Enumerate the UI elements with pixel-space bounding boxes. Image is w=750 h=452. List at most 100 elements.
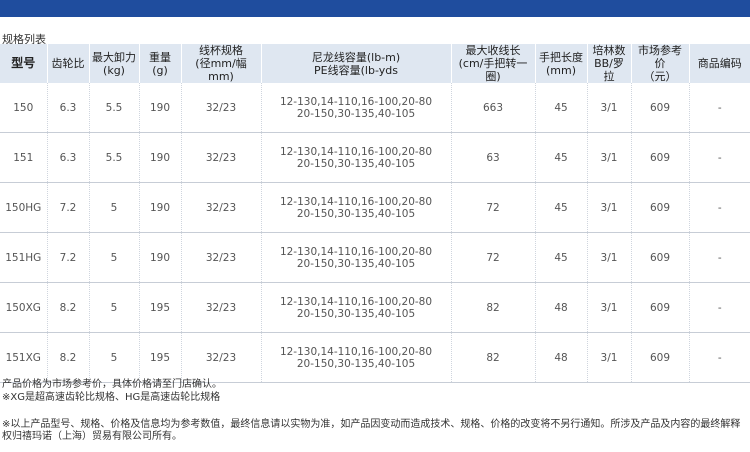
cell-drag: 5.5 (89, 132, 140, 183)
cell-model: 151XG (0, 332, 48, 383)
nylon-capacity: 12-130,14-110,16-100,20-80 (279, 345, 433, 358)
cell-weight: 195 (139, 332, 182, 383)
cell-price: 609 (631, 182, 690, 233)
column-header-label: 培林数 (592, 44, 626, 57)
column-header-sublabel: BB/罗拉 (594, 57, 624, 83)
pe-capacity: 20-150,30-135,40-105 (296, 357, 416, 370)
cell-line-capacity: 12-130,14-110,16-100,20-80 20-150,30-135,… (261, 282, 452, 333)
pe-capacity: 20-150,30-135,40-105 (296, 107, 416, 120)
cell-ratio: 7.2 (47, 232, 90, 283)
cell-price: 609 (631, 282, 690, 333)
cell-ratio: 6.3 (47, 132, 90, 183)
column-header-sublabel: (kg) (103, 63, 125, 77)
column-header-label: 最大卸力 (92, 50, 136, 64)
nylon-capacity: 12-130,14-110,16-100,20-80 (279, 95, 433, 108)
column-header-1: 齿轮比 (47, 44, 90, 83)
pe-capacity: 20-150,30-135,40-105 (296, 307, 416, 320)
cell-weight: 190 (139, 83, 182, 133)
column-header-8: 培林数 BB/罗拉 (587, 44, 632, 83)
cell-code: - (689, 232, 750, 283)
cell-code: - (689, 182, 750, 233)
spec-table-body: 150 6.3 5.5 190 32/23 12-130,14-110,16-100,20… (0, 83, 750, 383)
disclaimer-note: ※以上产品型号、规格、价格及信息均为参考数值，最终信息请以实物为准，如产品因变动… (2, 419, 741, 442)
cell-model: 151HG (0, 232, 48, 283)
top-banner-bar (0, 0, 750, 17)
spec-table: 型号 齿轮比 最大卸力 (kg) 重量(g) 线杯规格 (径mm/幅mm) 尼龙线容量(lb-… (0, 44, 750, 383)
cell-handle: 48 (535, 282, 588, 333)
cell-retrieve: 72 (451, 182, 536, 233)
cell-code: - (689, 132, 750, 183)
cell-ratio: 8.2 (47, 282, 90, 333)
price-note: 产品价格为市场参考价，具体价格请至门店确认。 (2, 379, 222, 390)
column-header-7: 手把长度 (mm) (535, 44, 588, 83)
pe-capacity: 20-150,30-135,40-105 (296, 257, 416, 270)
cell-retrieve: 663 (451, 83, 536, 133)
gear-ratio-note: ※XG是超高速齿轮比规格、HG是高速齿轮比规格 (2, 392, 221, 403)
cell-weight: 190 (139, 132, 182, 183)
column-header-sublabel: （元） (643, 70, 677, 83)
cell-retrieve: 63 (451, 132, 536, 183)
column-header-label: 最大收线长 (465, 44, 521, 57)
cell-drag: 5 (89, 232, 140, 283)
cell-code: - (689, 332, 750, 383)
header-row: 型号 齿轮比 最大卸力 (kg) 重量(g) 线杯规格 (径mm/幅mm) 尼龙线容量(lb-… (0, 44, 750, 83)
cell-code: - (689, 282, 750, 333)
column-header-label: 重量(g) (149, 50, 171, 77)
column-header-0: 型号 (0, 44, 48, 83)
cell-model: 151 (0, 132, 48, 183)
column-header-label: 齿轮比 (51, 57, 85, 70)
column-header-label: 线杯规格 (199, 44, 243, 57)
table-row: 150 6.3 5.5 190 32/23 12-130,14-110,16-100,20… (0, 83, 750, 133)
cell-handle: 45 (535, 182, 588, 233)
column-header-label: 尼龙线容量(lb-m) (311, 50, 401, 64)
cell-handle: 45 (535, 83, 588, 133)
column-header-sublabel: (mm) (545, 63, 576, 77)
cell-model: 150XG (0, 282, 48, 333)
cell-retrieve: 72 (451, 232, 536, 283)
column-header-sublabel: (径mm/幅mm) (195, 57, 247, 83)
column-header-label: 手把长度 (539, 50, 583, 64)
column-header-4: 线杯规格 (径mm/幅mm) (181, 44, 262, 83)
cell-spool: 32/23 (181, 83, 262, 133)
column-header-label: 商品编码 (697, 57, 742, 70)
pe-capacity: 20-150,30-135,40-105 (296, 207, 416, 220)
cell-price: 609 (631, 232, 690, 283)
nylon-capacity: 12-130,14-110,16-100,20-80 (279, 295, 433, 308)
column-header-label: 市场参考价 (638, 44, 682, 70)
cell-drag: 5 (89, 282, 140, 333)
cell-ratio: 6.3 (47, 83, 90, 133)
cell-weight: 190 (139, 182, 182, 233)
cell-retrieve: 82 (451, 332, 536, 383)
cell-handle: 45 (535, 232, 588, 283)
cell-model: 150HG (0, 182, 48, 233)
cell-line-capacity: 12-130,14-110,16-100,20-80 20-150,30-135,… (261, 332, 452, 383)
cell-price: 609 (631, 132, 690, 183)
column-header-sublabel: (cm/手把转一圈) (458, 57, 528, 83)
cell-ratio: 7.2 (47, 182, 90, 233)
cell-line-capacity: 12-130,14-110,16-100,20-80 20-150,30-135,… (261, 232, 452, 283)
column-header-label: 型号 (11, 56, 36, 70)
table-row: 150XG 8.2 5 195 32/23 12-130,14-110,16-100,20… (0, 282, 750, 333)
cell-ratio: 8.2 (47, 332, 90, 383)
cell-bearings: 3/1 (587, 332, 632, 383)
table-row: 151 6.3 5.5 190 32/23 12-130,14-110,16-100,20… (0, 132, 750, 183)
cell-bearings: 3/1 (587, 182, 632, 233)
cell-handle: 48 (535, 332, 588, 383)
table-row: 151XG 8.2 5 195 32/23 12-130,14-110,16-100,20… (0, 332, 750, 383)
column-header-sublabel: PE线容量(lb-yds (314, 63, 398, 77)
pe-capacity: 20-150,30-135,40-105 (296, 157, 416, 170)
cell-line-capacity: 12-130,14-110,16-100,20-80 20-150,30-135,… (261, 83, 452, 133)
cell-bearings: 3/1 (587, 232, 632, 283)
cell-bearings: 3/1 (587, 282, 632, 333)
table-row: 150HG 7.2 5 190 32/23 12-130,14-110,16-100,20… (0, 182, 750, 233)
column-header-10: 商品编码 (689, 44, 750, 83)
cell-spool: 32/23 (181, 182, 262, 233)
cell-line-capacity: 12-130,14-110,16-100,20-80 20-150,30-135,… (261, 182, 452, 233)
cell-drag: 5.5 (89, 83, 140, 133)
column-header-6: 最大收线长 (cm/手把转一圈) (451, 44, 536, 83)
cell-model: 150 (0, 83, 48, 133)
column-header-5: 尼龙线容量(lb-m) PE线容量(lb-yds (261, 44, 452, 83)
cell-weight: 195 (139, 282, 182, 333)
cell-price: 609 (631, 332, 690, 383)
nylon-capacity: 12-130,14-110,16-100,20-80 (279, 145, 433, 158)
